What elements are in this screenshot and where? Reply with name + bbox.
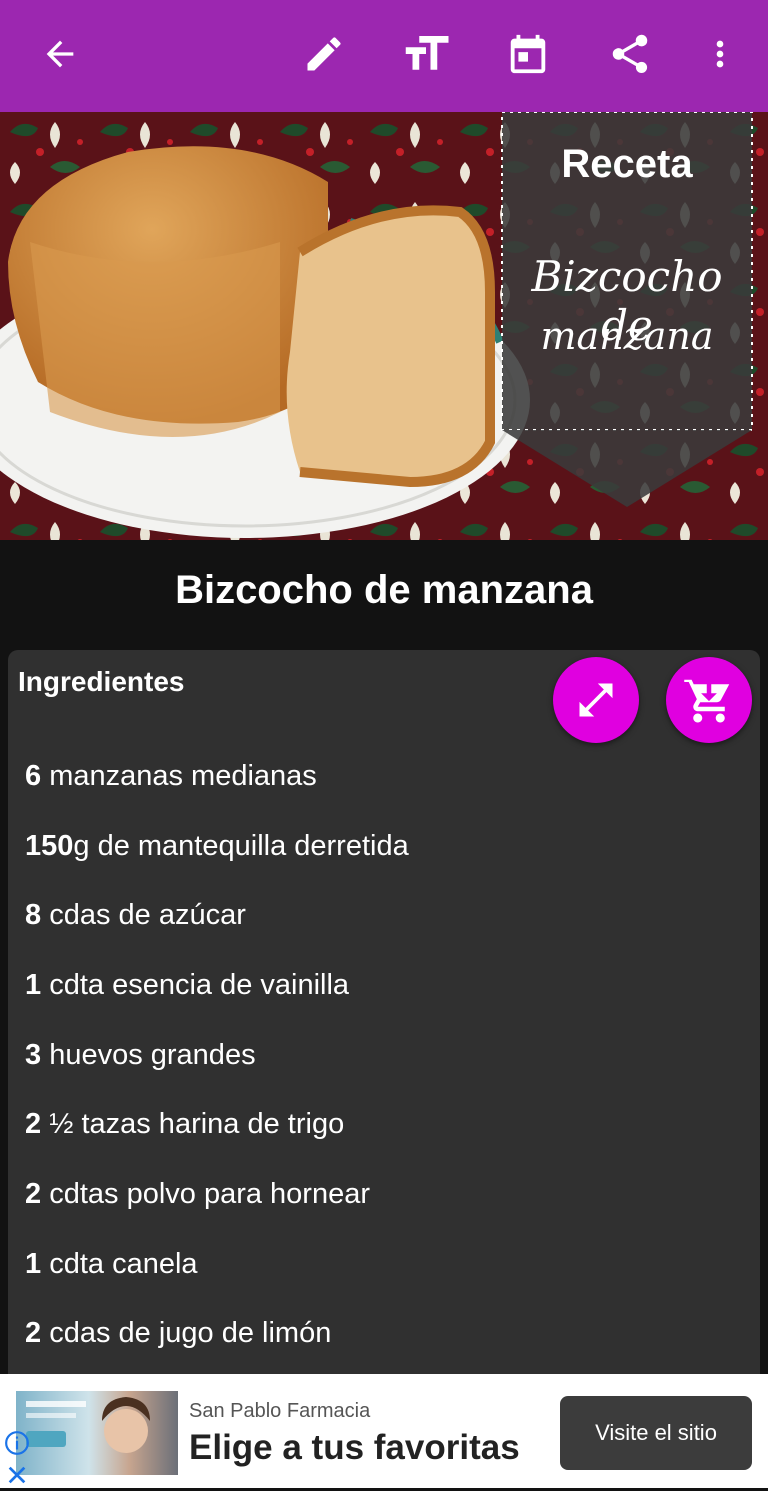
calendar-button[interactable] <box>496 22 560 86</box>
ingredient-item: 1 cdta canela <box>25 1248 198 1281</box>
ad-image-illustration <box>26 1397 150 1453</box>
ingredient-text: g de mantequilla derretida <box>73 830 409 862</box>
expand-button[interactable] <box>553 657 639 743</box>
expand-icon <box>579 683 613 717</box>
ingredient-quantity: 6 <box>25 760 42 792</box>
badge-title: Receta <box>561 142 693 186</box>
ad-headline[interactable]: Elige a tus favoritas <box>189 1428 520 1468</box>
ingredient-quantity: 1 <box>25 969 42 1001</box>
share-icon <box>612 34 648 74</box>
edit-button[interactable] <box>292 22 356 86</box>
ingredient-item: 1 cdta esencia de vainilla <box>25 969 349 1002</box>
ingredient-text: ½ tazas harina de trigo <box>41 1108 345 1140</box>
ingredient-text: cdta canela <box>41 1248 198 1280</box>
ingredient-quantity: 2 <box>25 1317 42 1349</box>
recipe-photo: Receta Bizcocho de manzana <box>0 112 768 540</box>
ingredient-text: cdta esencia de vainilla <box>41 969 350 1001</box>
ad-advertiser: San Pablo Farmacia <box>189 1400 371 1422</box>
ingredient-item: 3 huevos grandes <box>25 1039 256 1072</box>
back-button[interactable] <box>28 22 92 86</box>
ingredient-quantity: 150 <box>25 830 74 862</box>
ingredients-heading: Ingredientes <box>18 666 185 697</box>
ingredient-text: cdtas polvo para hornear <box>41 1178 371 1210</box>
ingredient-item: 2 cdas de jugo de limón <box>25 1317 331 1350</box>
add-to-shopping-cart-button[interactable] <box>666 657 752 743</box>
more-options-button[interactable] <box>688 22 752 86</box>
ad-close-icon[interactable] <box>6 1464 28 1486</box>
recipe-title: Bizcocho de manzana <box>175 567 593 612</box>
text-size-icon <box>405 36 449 70</box>
ingredient-quantity: 2 <box>25 1108 42 1140</box>
ingredient-text: cdas de azúcar <box>41 899 246 931</box>
ingredient-item: 2 cdtas polvo para hornear <box>25 1178 370 1211</box>
ingredient-item: 8 cdas de azúcar <box>25 899 246 932</box>
ingredient-text: huevos grandes <box>41 1039 256 1071</box>
edit-icon <box>307 37 341 71</box>
ingredient-item: 2 ½ tazas harina de trigo <box>25 1108 344 1141</box>
arrow-back-icon <box>46 40 74 68</box>
ingredient-item: 150g de mantequilla derretida <box>25 830 409 863</box>
app-bar <box>0 0 768 112</box>
share-button[interactable] <box>598 22 662 86</box>
ad-banner[interactable]: San Pablo Farmacia Elige a tus favoritas… <box>0 1374 768 1488</box>
ingredient-quantity: 3 <box>25 1039 42 1071</box>
ingredient-quantity: 2 <box>25 1178 42 1210</box>
more-vert-icon <box>716 40 724 68</box>
ad-image[interactable] <box>16 1391 178 1475</box>
ad-choices-info-icon[interactable] <box>4 1430 30 1456</box>
ingredient-text: manzanas medianas <box>41 760 317 792</box>
ingredient-item: 6 manzanas medianas <box>25 760 317 793</box>
shopping-cart-download-icon <box>684 677 730 723</box>
ingredients-card: Ingredientes 6 manzanas medianas 150g de… <box>8 650 760 1390</box>
calendar-icon <box>510 34 546 74</box>
ingredient-quantity: 8 <box>25 899 42 931</box>
ingredient-quantity: 1 <box>25 1248 42 1280</box>
ad-cta-button[interactable]: Visite el sitio <box>560 1396 752 1470</box>
text-size-button[interactable] <box>394 22 458 86</box>
badge-script-line2: manzana <box>540 314 714 358</box>
ingredient-text: cdas de jugo de limón <box>41 1317 332 1349</box>
